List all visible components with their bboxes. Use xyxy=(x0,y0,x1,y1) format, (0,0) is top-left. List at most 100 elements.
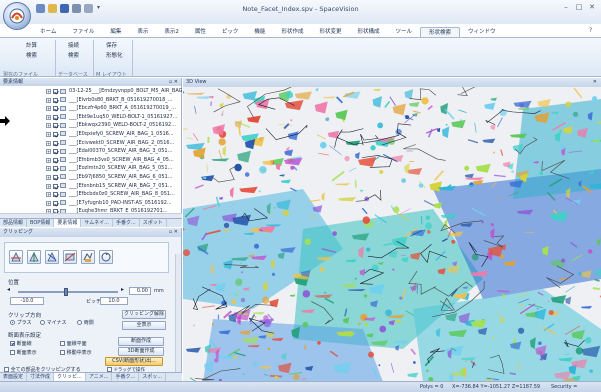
shape-button[interactable]: 形態化 xyxy=(106,51,123,59)
panel-tab[interactable]: 部品情報 xyxy=(0,219,28,227)
calc-search-button[interactable]: 検索 xyxy=(26,51,37,59)
tree-item[interactable]: + ___[E7yfugnb10_PAD-INST-AS_0516192... xyxy=(0,199,182,208)
visibility-checkbox[interactable] xyxy=(53,140,58,146)
clip-release-button[interactable]: クリッピング解除 xyxy=(122,310,166,319)
hatch-plane-checkbox[interactable] xyxy=(60,341,65,346)
ribbon-tab[interactable]: ファイル xyxy=(64,27,102,37)
visibility-checkbox[interactable] xyxy=(53,157,58,163)
visibility-checkbox[interactable] xyxy=(53,123,58,129)
clip-free-button[interactable] xyxy=(81,250,95,264)
ribbon-tab[interactable]: 属性 xyxy=(187,27,214,37)
ribbon-tab[interactable]: 機能 xyxy=(246,27,273,37)
tree-item[interactable]: + ___[Elvrb0s80_BRKT_B_051619270018_... xyxy=(0,96,182,105)
connect-search-button[interactable]: 検索 xyxy=(68,51,79,59)
tree-item[interactable]: + ___[Eozlmtn20_SCREW_AIR_BAG_5_051... xyxy=(0,164,182,173)
panel-tab[interactable]: クリッピ... xyxy=(54,373,86,381)
clip-plane-button[interactable] xyxy=(63,250,77,264)
visibility-checkbox[interactable] xyxy=(53,97,58,103)
expand-icon[interactable]: + xyxy=(46,106,51,112)
direction-both-radio[interactable] xyxy=(77,320,82,325)
direction-minus-option[interactable]: マイナス xyxy=(40,319,67,326)
maximize-button[interactable]: □ xyxy=(574,3,584,12)
close-button[interactable]: ✕ xyxy=(587,3,597,12)
tree-item[interactable]: + ___[Ebkwqx2390_WELD-BOLT-2_0516192... xyxy=(0,121,182,130)
visibility-checkbox[interactable] xyxy=(53,149,58,155)
tree-item[interactable]: + ___[Ecivwekt0_SCREW_AIR_BAG_2_0516... xyxy=(0,139,182,148)
panel-tab[interactable]: 手番ク... xyxy=(113,219,140,227)
section-make-3d-button[interactable]: 3D断面作成 xyxy=(118,347,164,356)
section-make-button[interactable]: 断面作成 xyxy=(118,337,164,346)
ribbon-tab[interactable]: ウィンドウ xyxy=(460,27,504,37)
tree-item[interactable]: + ___[E0qxiefy0_SCREW_AIR_BAG_1_0516... xyxy=(0,130,182,139)
expand-icon[interactable]: + xyxy=(46,123,51,129)
ribbon-tab[interactable]: 形状構成 xyxy=(349,27,387,37)
ribbon-tab[interactable]: ツール xyxy=(387,27,420,37)
clip-z-button[interactable] xyxy=(45,250,59,264)
tree-item[interactable]: + ___[Efxnbnb15_SCREW_AIR_BAG_7_051... xyxy=(0,182,182,191)
expand-icon[interactable]: + xyxy=(46,89,51,94)
expand-icon[interactable]: + xyxy=(46,200,51,206)
direction-plus-option[interactable]: プラス xyxy=(10,319,32,326)
pin-icon[interactable]: ▫ ✕ xyxy=(169,78,178,86)
clipping-vertical-scrollbar[interactable] xyxy=(175,254,181,374)
expand-icon[interactable]: + xyxy=(46,140,51,146)
expand-icon[interactable]: + xyxy=(46,131,51,137)
panel-tab[interactable]: アニメ... xyxy=(86,373,113,381)
csv-export-button[interactable]: CSV(断面形状)出... xyxy=(105,357,163,366)
visibility-checkbox[interactable] xyxy=(53,131,58,137)
visibility-checkbox[interactable] xyxy=(53,89,58,94)
expand-icon[interactable]: + xyxy=(46,149,51,155)
hatch-plane-option[interactable]: 面線平面 xyxy=(60,340,87,347)
visibility-checkbox[interactable] xyxy=(53,114,58,120)
visibility-checkbox[interactable] xyxy=(53,192,58,198)
ribbon-tab[interactable]: 表示2 xyxy=(156,27,187,37)
ribbon-tab[interactable]: 形状検索 xyxy=(420,27,461,37)
save-ribbon-button[interactable]: 保存 xyxy=(106,41,117,49)
tree-item[interactable]: + ___[Ebt9e1uq50_WELD-BOLT-1_05161927... xyxy=(0,113,182,122)
application-menu-button[interactable] xyxy=(3,2,31,30)
visibility-checkbox[interactable] xyxy=(53,174,58,180)
visibility-checkbox[interactable] xyxy=(53,166,58,172)
panel-tab[interactable]: 要素情報 xyxy=(54,219,82,227)
position-value-field[interactable]: 0.00 xyxy=(129,287,151,295)
show-all-button[interactable]: 全表示 xyxy=(122,321,166,330)
viewport-close-icon[interactable]: ✕ xyxy=(593,78,597,87)
ribbon-tab[interactable]: 編集 xyxy=(102,27,129,37)
slider-right-arrow[interactable]: ▸ xyxy=(121,286,124,293)
visibility-checkbox[interactable] xyxy=(53,106,58,112)
visibility-checkbox[interactable] xyxy=(53,183,58,189)
direction-plus-radio[interactable] xyxy=(10,320,15,325)
slider-left-arrow[interactable]: ◂ xyxy=(7,286,10,293)
panel-tab[interactable]: スポッ... xyxy=(139,373,167,381)
calc-button[interactable]: 計算 xyxy=(26,41,37,49)
ribbon-tab[interactable]: 形状変更 xyxy=(311,27,349,37)
expand-icon[interactable]: + xyxy=(46,157,51,163)
ribbon-tab[interactable]: 表示 xyxy=(129,27,156,37)
ribbon-tab[interactable]: ホーム xyxy=(32,27,64,37)
minimize-button[interactable]: – xyxy=(561,3,571,12)
panel-tab[interactable]: BOP情報 xyxy=(27,219,55,227)
visibility-checkbox[interactable] xyxy=(53,200,58,206)
pin-icon[interactable]: ▫ ✕ xyxy=(169,228,178,237)
tree-item[interactable]: + ___[Eb97j6850_SCREW_AIR_BAG_6_051... xyxy=(0,173,182,182)
panel-tab[interactable]: サムネイ... xyxy=(81,219,113,227)
expand-icon[interactable]: + xyxy=(46,183,51,189)
min-value-field[interactable]: -10.0 xyxy=(10,297,44,305)
direction-minus-radio[interactable] xyxy=(40,320,45,325)
pitch-value-field[interactable]: 10.0 xyxy=(100,297,128,305)
panel-tab[interactable]: スポット xyxy=(140,219,167,227)
tree-item[interactable]: +03-12-25___[Emdzyvnpp0_BOLT_M5_AIR_BAG.… xyxy=(0,87,182,96)
tree-item[interactable]: + ___[Efbcbdx0z0_SCREW_AIR_BAG_8_051... xyxy=(0,190,182,199)
section-show-checkbox[interactable] xyxy=(10,350,15,355)
position-slider[interactable] xyxy=(18,291,118,293)
clip-y-button[interactable] xyxy=(27,250,41,264)
clip-x-button[interactable] xyxy=(9,250,23,264)
panel-tab[interactable]: 寸法作成 xyxy=(27,373,55,381)
move-show-checkbox[interactable] xyxy=(60,350,65,355)
move-show-option[interactable]: 移動中表示 xyxy=(60,349,92,356)
expand-icon[interactable]: + xyxy=(46,97,51,103)
clip-reset-button[interactable] xyxy=(99,250,113,264)
tree-item[interactable]: + ___[Edal00370_SCREW_AIR_BAG_3_051... xyxy=(0,147,182,156)
ribbon-tab[interactable]: ピック xyxy=(214,27,247,37)
panel-tab[interactable]: 手番ク... xyxy=(112,373,140,381)
